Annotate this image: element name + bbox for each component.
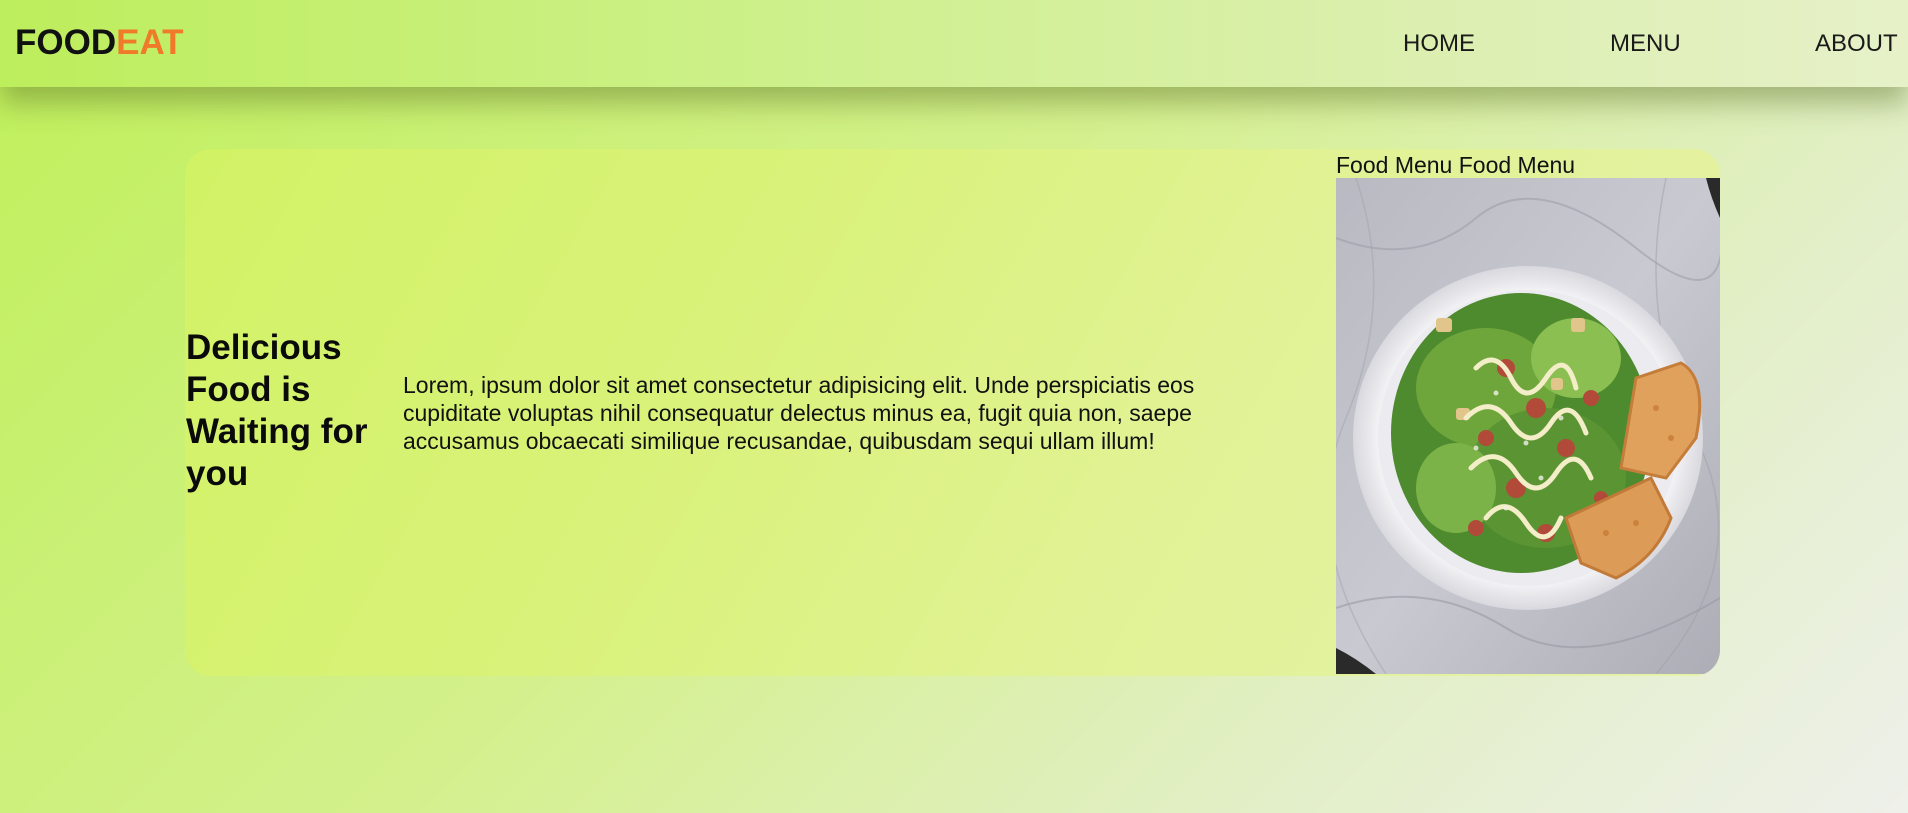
logo-eat-text: EAT xyxy=(116,23,184,62)
logo[interactable]: FOODEAT xyxy=(15,23,184,63)
image-caption: Food Menu Food Menu xyxy=(1336,152,1576,178)
hero-card: Delicious Food is Waiting for you Lorem,… xyxy=(185,149,1720,676)
nav-link-about[interactable]: ABOUT xyxy=(1815,30,1898,58)
site-header: FOODEAT HOME MENU ABOUT xyxy=(0,0,1908,87)
nav-link-home[interactable]: HOME xyxy=(1403,30,1475,58)
hero-headline: Delicious Food is Waiting for you xyxy=(186,328,368,493)
logo-food-text: FOOD xyxy=(15,23,117,62)
nav-link-menu[interactable]: MENU xyxy=(1610,30,1681,58)
salad-plate-photo xyxy=(1336,178,1720,674)
hero-description: Lorem, ipsum dolor sit amet consectetur … xyxy=(403,372,1195,454)
